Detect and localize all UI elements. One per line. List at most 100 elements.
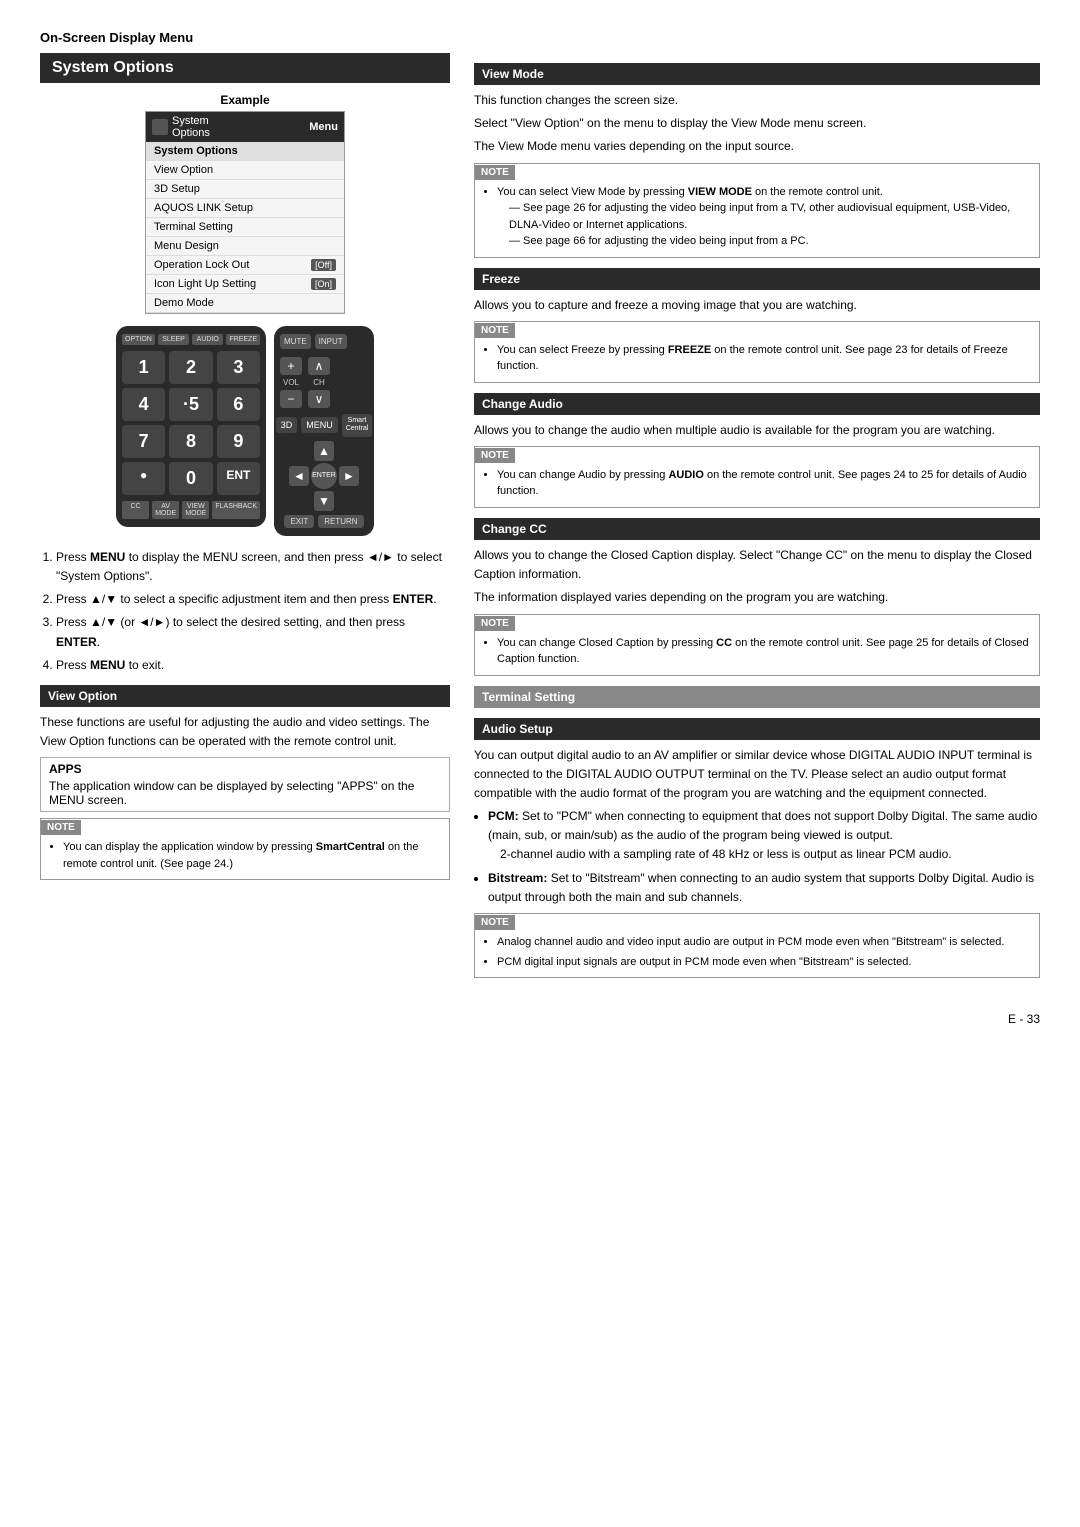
freeze-note-content: You can select Freeze by pressing FREEZE… — [475, 338, 1039, 382]
menu-mockup: SystemOptions Menu System Options View O… — [145, 111, 345, 314]
dpad-left[interactable]: ◄ — [289, 466, 309, 486]
page-footer: E - 33 — [40, 1004, 1040, 1026]
view-mode-note-header: NOTE — [475, 165, 515, 180]
change-audio-note-header: NOTE — [475, 448, 515, 463]
apps-box: APPS The application window can be displ… — [40, 757, 450, 812]
num-6[interactable]: 6 — [217, 388, 260, 421]
remote-body-right: MUTE INPUT + VOL − ∧ CH ∨ — [274, 326, 374, 536]
page-number: E - 33 — [1008, 1012, 1040, 1026]
ch-down-btn[interactable]: ∨ — [308, 390, 330, 408]
remote-left: OPTION SLEEP AUDIO FREEZE 1 2 3 4 ·5 6 7… — [116, 326, 266, 536]
change-cc-content: Allows you to change the Closed Caption … — [474, 546, 1040, 608]
menu-item-3d-setup[interactable]: 3D Setup — [146, 180, 344, 199]
num-0[interactable]: 0 — [169, 462, 212, 495]
change-audio-content: Allows you to change the audio when mult… — [474, 421, 1040, 440]
return-btn[interactable]: RETURN — [318, 515, 363, 528]
ch-up-btn[interactable]: ∧ — [308, 357, 330, 375]
change-audio-note: NOTE You can change Audio by pressing AU… — [474, 446, 1040, 508]
numpad: 1 2 3 4 ·5 6 7 8 9 ● 0 ENT — [122, 351, 260, 495]
step-2: Press ▲/▼ to select a specific adjustmen… — [56, 590, 450, 609]
change-cc-note-content: You can change Closed Caption by pressin… — [475, 631, 1039, 675]
change-cc-note-header: NOTE — [475, 616, 515, 631]
input-btn[interactable]: INPUT — [315, 334, 347, 349]
system-icon — [152, 119, 168, 135]
dpad-up[interactable]: ▲ — [314, 441, 334, 461]
num-1[interactable]: 1 — [122, 351, 165, 384]
num-dot[interactable]: ● — [122, 462, 165, 495]
flashback-btn[interactable]: FLASHBACK — [212, 501, 260, 519]
exit-btn[interactable]: EXIT — [284, 515, 314, 528]
menu-item-system-options[interactable]: System Options — [146, 142, 344, 161]
vol-down-btn[interactable]: − — [280, 390, 302, 408]
ent-btn[interactable]: ENT — [217, 462, 260, 495]
freeze-note-header: NOTE — [475, 323, 515, 338]
menu-item-view-option[interactable]: View Option — [146, 161, 344, 180]
three-d-btn[interactable]: 3D — [276, 417, 298, 433]
num-7[interactable]: 7 — [122, 425, 165, 458]
right-column: View Mode This function changes the scre… — [474, 53, 1040, 984]
dpad: ▲ ◄ ENTER ► ▼ — [289, 441, 359, 511]
cc-btn[interactable]: CC — [122, 501, 149, 519]
remote-right: MUTE INPUT + VOL − ∧ CH ∨ — [274, 326, 374, 536]
change-audio-note-content: You can change Audio by pressing AUDIO o… — [475, 463, 1039, 507]
num-4[interactable]: 4 — [122, 388, 165, 421]
menu-item-operation-lock-out[interactable]: Operation Lock Out [Off] — [146, 256, 344, 275]
view-mode-note: NOTE You can select View Mode by pressin… — [474, 163, 1040, 258]
step-4: Press MENU to exit. — [56, 656, 450, 675]
num-5[interactable]: ·5 — [169, 388, 212, 421]
dpad-right[interactable]: ► — [339, 466, 359, 486]
ch-col: ∧ CH ∨ — [308, 357, 330, 408]
ch-label: CH — [313, 378, 325, 387]
audio-setup-note: NOTE Analog channel audio and video inpu… — [474, 913, 1040, 978]
num-8[interactable]: 8 — [169, 425, 212, 458]
remote-top-row: OPTION SLEEP AUDIO FREEZE — [122, 334, 260, 345]
bottom-buttons: CC AV MODE VIEW MODE FLASHBACK — [122, 501, 260, 519]
num-3[interactable]: 3 — [217, 351, 260, 384]
freeze-title: Freeze — [474, 268, 1040, 290]
exit-return: EXIT RETURN — [280, 515, 368, 528]
smart-central-btn[interactable]: SmartCentral — [342, 414, 373, 437]
view-option-title: View Option — [40, 685, 450, 707]
audio-setup-note-content: Analog channel audio and video input aud… — [475, 930, 1039, 977]
option-btn[interactable]: OPTION — [122, 334, 155, 345]
icon-light-up-badge: [On] — [311, 278, 336, 290]
menu-item-aquos-link[interactable]: AQUOS LINK Setup — [146, 199, 344, 218]
vol-up-btn[interactable]: + — [280, 357, 302, 375]
mute-btn[interactable]: MUTE — [280, 334, 311, 349]
apps-title: APPS — [49, 762, 441, 776]
menu-item-terminal-setting[interactable]: Terminal Setting — [146, 218, 344, 237]
note-header: NOTE — [41, 820, 81, 835]
step-1: Press MENU to display the MENU screen, a… — [56, 548, 450, 586]
av-mode-btn[interactable]: AV MODE — [152, 501, 179, 519]
menu-btn[interactable]: MENU — [301, 417, 338, 433]
note-content: You can display the application window b… — [41, 835, 449, 879]
left-column: System Options Example SystemOptions Men… — [40, 53, 450, 984]
dpad-down[interactable]: ▼ — [314, 491, 334, 511]
change-audio-title: Change Audio — [474, 393, 1040, 415]
enter-btn[interactable]: ENTER — [311, 463, 337, 489]
view-option-note: NOTE You can display the application win… — [40, 818, 450, 880]
audio-btn[interactable]: AUDIO — [192, 334, 223, 345]
operation-lock-out-badge: [Off] — [311, 259, 336, 271]
page-header: On-Screen Display Menu — [40, 30, 1040, 45]
sleep-btn[interactable]: SLEEP — [158, 334, 189, 345]
header-title: On-Screen Display Menu — [40, 30, 1040, 45]
num-2[interactable]: 2 — [169, 351, 212, 384]
remote-container: OPTION SLEEP AUDIO FREEZE 1 2 3 4 ·5 6 7… — [40, 326, 450, 536]
num-9[interactable]: 9 — [217, 425, 260, 458]
view-mode-content: This function changes the screen size. S… — [474, 91, 1040, 157]
example-label: Example — [40, 93, 450, 107]
freeze-btn[interactable]: FREEZE — [226, 334, 260, 345]
view-option-content: These functions are useful for adjusting… — [40, 713, 450, 751]
menu-item-menu-design[interactable]: Menu Design — [146, 237, 344, 256]
menu-item-icon-light-up[interactable]: Icon Light Up Setting [On] — [146, 275, 344, 294]
view-mode-btn[interactable]: VIEW MODE — [182, 501, 209, 519]
freeze-note: NOTE You can select Freeze by pressing F… — [474, 321, 1040, 383]
audio-setup-title: Audio Setup — [474, 718, 1040, 740]
view-mode-note-content: You can select View Mode by pressing VIE… — [475, 180, 1039, 257]
terminal-setting-title: Terminal Setting — [474, 686, 1040, 708]
steps-section: Press MENU to display the MENU screen, a… — [40, 548, 450, 675]
menu-item-demo-mode[interactable]: Demo Mode — [146, 294, 344, 313]
step-3: Press ▲/▼ (or ◄/►) to select the desired… — [56, 613, 450, 651]
change-cc-title: Change CC — [474, 518, 1040, 540]
